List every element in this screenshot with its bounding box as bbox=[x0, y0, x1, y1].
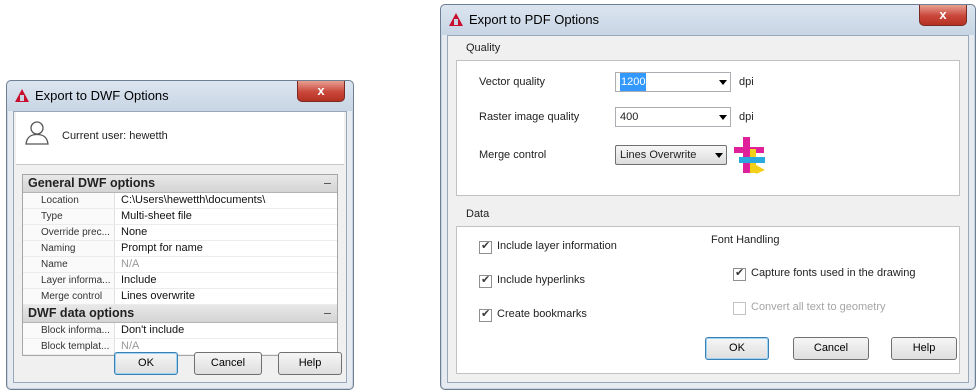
merge-control-select[interactable]: Lines Overwrite bbox=[615, 145, 727, 165]
collapse-icon[interactable]: – bbox=[324, 305, 331, 322]
property-name: Location bbox=[23, 193, 115, 208]
merge-control-value: Lines Overwrite bbox=[620, 149, 697, 161]
property-value: Don't include bbox=[121, 324, 185, 336]
checkmark-icon: ✔ bbox=[735, 267, 745, 279]
convert-text-checkbox bbox=[733, 302, 746, 315]
ok-button[interactable]: OK bbox=[705, 337, 769, 360]
help-button[interactable]: Help bbox=[891, 337, 957, 360]
property-value: Lines overwrite bbox=[121, 290, 195, 302]
collapse-icon[interactable]: – bbox=[324, 175, 331, 192]
data-group-label: Data bbox=[466, 208, 490, 220]
data-panel: ✔ Include layer information ✔ Include hy… bbox=[456, 226, 960, 374]
property-name: Override prec... bbox=[23, 225, 115, 240]
property-row-naming[interactable]: Naming Prompt for name bbox=[23, 241, 337, 257]
property-row-name[interactable]: Name N/A bbox=[23, 257, 337, 273]
category-label: DWF data options bbox=[28, 306, 135, 320]
close-icon[interactable]: x bbox=[297, 81, 345, 102]
property-name: Type bbox=[23, 209, 115, 224]
property-value: Prompt for name bbox=[121, 242, 203, 254]
include-hyperlinks-checkbox[interactable]: ✔ bbox=[479, 274, 492, 288]
property-row-location[interactable]: Location C:\Users\hewetth\documents\ bbox=[23, 193, 337, 209]
property-row-type[interactable]: Type Multi-sheet file bbox=[23, 209, 337, 225]
property-row-block-information[interactable]: Block informa... Don't include bbox=[23, 323, 337, 339]
property-row-override-precision[interactable]: Override prec... None bbox=[23, 225, 337, 241]
property-grid: General DWF options – Location C:\Users\… bbox=[22, 174, 338, 356]
pdf-dialog-title: Export to PDF Options bbox=[469, 12, 600, 27]
category-label: General DWF options bbox=[28, 176, 156, 190]
property-name: Name bbox=[23, 257, 115, 272]
property-value: C:\Users\hewetth\documents\ bbox=[121, 194, 266, 206]
property-value: Include bbox=[121, 274, 157, 286]
chevron-down-icon[interactable] bbox=[719, 115, 727, 120]
category-dwf-data-options[interactable]: DWF data options – bbox=[23, 305, 337, 323]
autocad-logo-icon bbox=[449, 13, 463, 26]
property-name: Naming bbox=[23, 241, 115, 256]
raster-quality-label: Raster image quality bbox=[479, 111, 580, 123]
property-row-layer-information[interactable]: Layer informa... Include bbox=[23, 273, 337, 289]
current-user-label: Current user: hewetth bbox=[62, 130, 168, 142]
font-handling-heading: Font Handling bbox=[711, 234, 780, 246]
property-value: None bbox=[121, 226, 148, 238]
vector-quality-unit: dpi bbox=[739, 76, 754, 88]
current-user-header: Current user: hewetth bbox=[16, 112, 344, 165]
cancel-button[interactable]: Cancel bbox=[194, 352, 262, 375]
help-button[interactable]: Help bbox=[278, 352, 342, 375]
pdf-options-dialog: Export to PDF Options x Quality Vector q… bbox=[440, 4, 976, 390]
property-name: Merge control bbox=[23, 289, 115, 304]
checkmark-icon: ✔ bbox=[481, 240, 491, 252]
dwf-dialog-title: Export to DWF Options bbox=[35, 88, 169, 103]
create-bookmarks-checkbox[interactable]: ✔ bbox=[479, 308, 492, 322]
vector-quality-label: Vector quality bbox=[479, 76, 546, 88]
property-value: Multi-sheet file bbox=[121, 210, 192, 222]
raster-quality-select[interactable]: 400 bbox=[615, 107, 731, 127]
category-general-dwf-options[interactable]: General DWF options – bbox=[23, 175, 337, 193]
include-hyperlinks-label[interactable]: Include hyperlinks bbox=[497, 274, 585, 286]
close-icon[interactable]: x bbox=[919, 5, 967, 26]
create-bookmarks-label[interactable]: Create bookmarks bbox=[497, 308, 587, 320]
cancel-button[interactable]: Cancel bbox=[793, 337, 869, 360]
property-row-merge-control[interactable]: Merge control Lines overwrite bbox=[23, 289, 337, 305]
merge-control-icon bbox=[734, 137, 765, 174]
user-icon bbox=[25, 121, 49, 145]
ok-button[interactable]: OK bbox=[114, 352, 178, 375]
quality-panel: Vector quality 1200 dpi Raster image qua… bbox=[456, 60, 960, 196]
merge-control-label: Merge control bbox=[479, 149, 547, 161]
capture-fonts-checkbox[interactable]: ✔ bbox=[733, 267, 746, 281]
property-name: Layer informa... bbox=[23, 273, 115, 288]
capture-fonts-label[interactable]: Capture fonts used in the drawing bbox=[751, 267, 916, 279]
pdf-titlebar[interactable]: Export to PDF Options x bbox=[441, 5, 975, 35]
checkmark-icon: ✔ bbox=[481, 308, 491, 320]
include-layer-checkbox[interactable]: ✔ bbox=[479, 240, 492, 254]
chevron-down-icon[interactable] bbox=[715, 153, 723, 158]
vector-quality-value: 1200 bbox=[620, 73, 647, 91]
dwf-titlebar[interactable]: Export to DWF Options x bbox=[7, 81, 353, 111]
autocad-logo-icon bbox=[15, 89, 29, 102]
include-layer-label[interactable]: Include layer information bbox=[497, 240, 617, 252]
quality-group-label: Quality bbox=[466, 42, 501, 54]
dwf-options-dialog: Export to DWF Options x Current user: he… bbox=[6, 80, 354, 390]
convert-text-label: Convert all text to geometry bbox=[751, 301, 886, 313]
raster-quality-unit: dpi bbox=[739, 111, 754, 123]
property-name: Block templat... bbox=[23, 339, 115, 354]
raster-quality-value: 400 bbox=[620, 111, 639, 123]
pdf-client-area: Quality Vector quality 1200 dpi Raster i… bbox=[447, 35, 969, 383]
checkmark-icon: ✔ bbox=[481, 274, 491, 286]
chevron-down-icon[interactable] bbox=[719, 80, 727, 85]
property-name: Block informa... bbox=[23, 323, 115, 338]
vector-quality-select[interactable]: 1200 bbox=[615, 72, 731, 92]
dwf-client-area: Current user: hewetth General DWF option… bbox=[13, 111, 347, 383]
property-value: N/A bbox=[121, 258, 140, 270]
